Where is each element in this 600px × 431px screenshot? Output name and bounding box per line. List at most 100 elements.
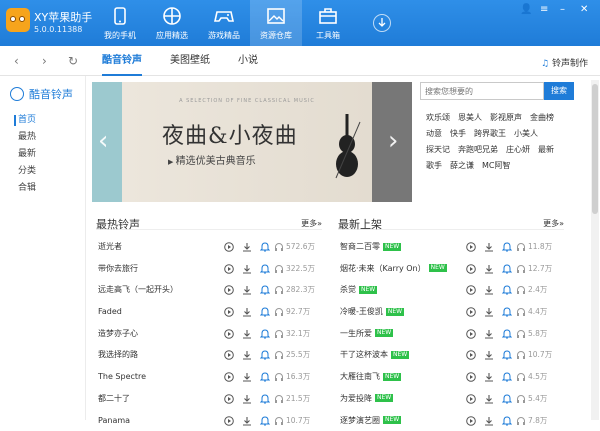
- tag-item[interactable]: 小美人: [514, 126, 538, 142]
- set-ringtone-icon[interactable]: [260, 350, 270, 360]
- ringtone-name[interactable]: 逝光者: [98, 236, 122, 258]
- set-ringtone-icon[interactable]: [502, 350, 512, 360]
- ringtone-name[interactable]: 智商二百零NEW: [340, 236, 401, 258]
- sidebar-item-collection[interactable]: 合辑: [18, 180, 36, 197]
- set-ringtone-icon[interactable]: [260, 329, 270, 339]
- tag-item[interactable]: 恩美人: [458, 110, 482, 126]
- play-icon[interactable]: [224, 416, 234, 426]
- set-ringtone-icon[interactable]: [502, 329, 512, 339]
- play-icon[interactable]: [466, 264, 476, 274]
- play-icon[interactable]: [224, 350, 234, 360]
- play-icon[interactable]: [466, 285, 476, 295]
- play-icon[interactable]: [466, 416, 476, 426]
- tag-item[interactable]: 最新: [538, 142, 554, 158]
- scrollbar[interactable]: [591, 80, 599, 420]
- user-icon[interactable]: 👤: [520, 4, 532, 15]
- play-icon[interactable]: [466, 372, 476, 382]
- refresh-icon[interactable]: ↻: [68, 54, 78, 68]
- menu-icon[interactable]: ≡: [540, 4, 548, 15]
- tab-novels[interactable]: 小说: [238, 46, 258, 76]
- sidebar-item-home[interactable]: 首页: [18, 112, 36, 129]
- play-icon[interactable]: [224, 285, 234, 295]
- set-ringtone-icon[interactable]: [260, 372, 270, 382]
- nav-toolbox[interactable]: 工具箱: [302, 0, 354, 46]
- play-icon[interactable]: [466, 329, 476, 339]
- set-ringtone-icon[interactable]: [502, 285, 512, 295]
- download-icon[interactable]: [242, 264, 252, 274]
- ringtone-name[interactable]: 一生所爱NEW: [340, 323, 393, 345]
- ringtone-name[interactable]: The Spectre: [98, 366, 146, 388]
- set-ringtone-icon[interactable]: [502, 416, 512, 426]
- new-more-link[interactable]: 更多»: [543, 218, 564, 229]
- tag-item[interactable]: 薛之谦: [450, 158, 474, 174]
- download-icon[interactable]: [484, 285, 494, 295]
- nav-apps[interactable]: 应用精选: [146, 0, 198, 46]
- download-icon[interactable]: [242, 416, 252, 426]
- tag-item[interactable]: MC阿智: [482, 158, 511, 174]
- download-icon[interactable]: [242, 372, 252, 382]
- download-icon[interactable]: [242, 350, 252, 360]
- play-icon[interactable]: [224, 329, 234, 339]
- ringtone-name[interactable]: 造梦亦子心: [98, 323, 138, 345]
- play-icon[interactable]: [224, 307, 234, 317]
- sidebar-item-new[interactable]: 最新: [18, 146, 36, 163]
- play-icon[interactable]: [466, 394, 476, 404]
- download-icon[interactable]: [242, 307, 252, 317]
- play-icon[interactable]: [224, 264, 234, 274]
- download-icon[interactable]: [242, 242, 252, 252]
- download-icon[interactable]: [484, 394, 494, 404]
- set-ringtone-icon[interactable]: [260, 416, 270, 426]
- play-icon[interactable]: [466, 242, 476, 252]
- banner-slide[interactable]: A SELECTION OF FINE CLASSICAL MUSIC 夜曲&小…: [122, 82, 372, 202]
- ringtone-name[interactable]: 带你去旅行: [98, 258, 138, 280]
- set-ringtone-icon[interactable]: [260, 394, 270, 404]
- ringtone-name[interactable]: 为爱投降NEW: [340, 388, 393, 410]
- tag-item[interactable]: 欢乐颂: [426, 110, 450, 126]
- play-icon[interactable]: [224, 394, 234, 404]
- tab-wallpapers[interactable]: 美图壁纸: [170, 46, 210, 76]
- ringtone-maker-button[interactable]: ♫ 铃声制作: [541, 56, 588, 69]
- set-ringtone-icon[interactable]: [260, 264, 270, 274]
- play-icon[interactable]: [466, 307, 476, 317]
- hot-more-link[interactable]: 更多»: [301, 218, 322, 229]
- set-ringtone-icon[interactable]: [260, 242, 270, 252]
- download-icon[interactable]: [484, 372, 494, 382]
- ringtone-name[interactable]: 我选择的路: [98, 344, 138, 366]
- set-ringtone-icon[interactable]: [502, 394, 512, 404]
- minimize-icon[interactable]: –: [560, 4, 565, 15]
- download-icon[interactable]: [242, 329, 252, 339]
- ringtone-name[interactable]: 冷暖-王俊凯NEW: [340, 301, 404, 323]
- banner-carousel[interactable]: A SELECTION OF FINE CLASSICAL MUSIC 夜曲&小…: [92, 82, 412, 202]
- ringtone-name[interactable]: 烟花·未来（Karry On）NEW: [340, 258, 447, 280]
- set-ringtone-icon[interactable]: [502, 307, 512, 317]
- tag-item[interactable]: 快手: [450, 126, 466, 142]
- tag-item[interactable]: 庄心妍: [506, 142, 530, 158]
- download-manager-button[interactable]: [373, 14, 391, 32]
- tag-item[interactable]: 动意: [426, 126, 442, 142]
- tag-item[interactable]: 奔跑吧兄弟: [458, 142, 498, 158]
- tag-item[interactable]: 影视原声: [490, 110, 522, 126]
- set-ringtone-icon[interactable]: [502, 264, 512, 274]
- close-icon[interactable]: ✕: [580, 4, 588, 15]
- ringtone-name[interactable]: 杀觉NEW: [340, 279, 377, 301]
- download-icon[interactable]: [242, 394, 252, 404]
- set-ringtone-icon[interactable]: [260, 285, 270, 295]
- set-ringtone-icon[interactable]: [260, 307, 270, 317]
- ringtone-name[interactable]: 逐梦演艺圈NEW: [340, 410, 401, 431]
- download-icon[interactable]: [484, 416, 494, 426]
- search-button[interactable]: 搜索: [544, 82, 574, 100]
- ringtone-name[interactable]: Faded: [98, 301, 122, 323]
- play-icon[interactable]: [466, 350, 476, 360]
- download-icon[interactable]: [484, 350, 494, 360]
- tag-item[interactable]: 跨界歌王: [474, 126, 506, 142]
- nav-my-phone[interactable]: 我的手机: [94, 0, 146, 46]
- ringtone-name[interactable]: 大雁往南飞NEW: [340, 366, 401, 388]
- play-icon[interactable]: [224, 372, 234, 382]
- scroll-thumb[interactable]: [592, 84, 598, 214]
- back-icon[interactable]: ‹: [14, 54, 19, 68]
- banner-prev-arrow[interactable]: ‹: [98, 126, 108, 156]
- ringtone-name[interactable]: 都二十了: [98, 388, 130, 410]
- set-ringtone-icon[interactable]: [502, 372, 512, 382]
- download-icon[interactable]: [484, 242, 494, 252]
- sidebar-item-hot[interactable]: 最热: [18, 129, 36, 146]
